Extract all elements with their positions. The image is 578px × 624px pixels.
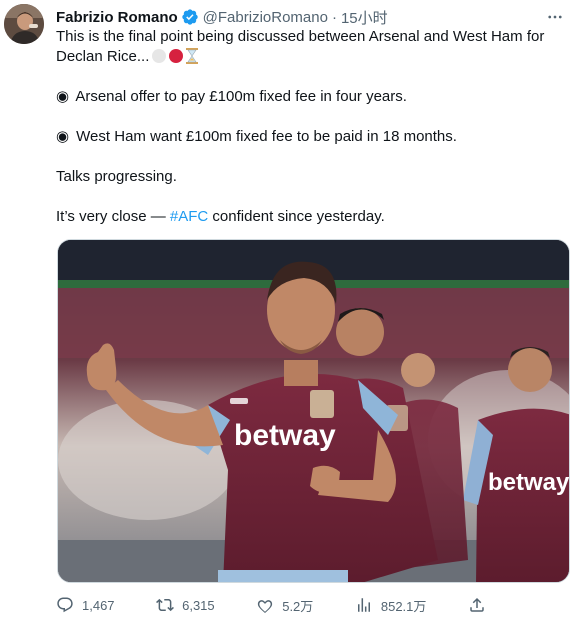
tweet-paragraph-3: Talks progressing.: [56, 168, 177, 185]
bullet-1-text: Arsenal offer to pay £100m fixed fee in …: [75, 88, 407, 105]
tweet-paragraph-4: It’s very close — #AFC confident since y…: [56, 207, 566, 227]
retweet-count: 6,315: [182, 597, 215, 613]
avatar[interactable]: [4, 4, 44, 44]
reply-count: 1,467: [82, 597, 115, 613]
author-handle[interactable]: @FabrizioRomano: [203, 9, 328, 26]
tweet-text: This is the final point being discussed …: [56, 27, 566, 227]
reply-button[interactable]: 1,467: [56, 596, 115, 614]
share-icon: [470, 597, 484, 612]
more-options-icon[interactable]: [544, 6, 566, 28]
reply-icon: [57, 597, 73, 613]
like-button[interactable]: 5.2万: [256, 596, 313, 615]
tweet-line-2: Declan Rice...: [56, 47, 566, 67]
bullet-2-text: West Ham want £100m fixed fee to be paid…: [76, 128, 457, 145]
hourglass-emoji-icon: [186, 48, 199, 64]
like-count: 5.2万: [282, 598, 314, 614]
tweet-bullet-1: ◉ Arsenal offer to pay £100m fixed fee i…: [56, 87, 566, 107]
radio-bullet-icon: ◉: [56, 128, 70, 145]
retweet-icon: [156, 598, 175, 612]
tweet-line-2-text: Declan Rice...: [56, 48, 150, 65]
tweet-bullet-2: ◉ West Ham want £100m fixed fee to be pa…: [56, 127, 566, 147]
sponsor-logo-right: betway: [488, 469, 570, 496]
heart-icon: [258, 600, 273, 614]
retweet-button[interactable]: 6,315: [156, 596, 215, 614]
tweet-action-bar: 1,467 6,315 5.2万 852.1万: [56, 593, 486, 617]
red-circle-emoji-icon: [169, 49, 184, 63]
tweet[interactable]: Fabrizio Romano @FabrizioRomano · 15小时 T…: [0, 0, 578, 624]
paragraph-4-lead: It’s very close —: [56, 208, 170, 225]
tweet-header: Fabrizio Romano @FabrizioRomano · 15小时: [56, 7, 388, 27]
football-players-photo: betway betway: [58, 240, 570, 582]
radio-bullet-icon: ◉: [56, 88, 70, 105]
verified-badge-icon: [181, 8, 199, 26]
tweet-time[interactable]: 15小时: [341, 7, 388, 28]
share-button[interactable]: [468, 596, 486, 614]
header-separator: ·: [331, 8, 337, 26]
hashtag-link[interactable]: #AFC: [170, 208, 208, 225]
views-button[interactable]: 852.1万: [355, 596, 427, 615]
tweet-line-1: This is the final point being discussed …: [56, 28, 545, 45]
author-name[interactable]: Fabrizio Romano: [56, 9, 178, 26]
avatar-image: [4, 4, 44, 44]
sponsor-logo-center: betway: [234, 419, 336, 452]
views-count: 852.1万: [380, 598, 427, 614]
white-circle-emoji-icon: [152, 49, 167, 63]
tweet-media-photo[interactable]: betway betway: [57, 239, 570, 583]
paragraph-4-tail: confident since yesterday.: [208, 208, 385, 225]
views-icon: [357, 598, 370, 612]
